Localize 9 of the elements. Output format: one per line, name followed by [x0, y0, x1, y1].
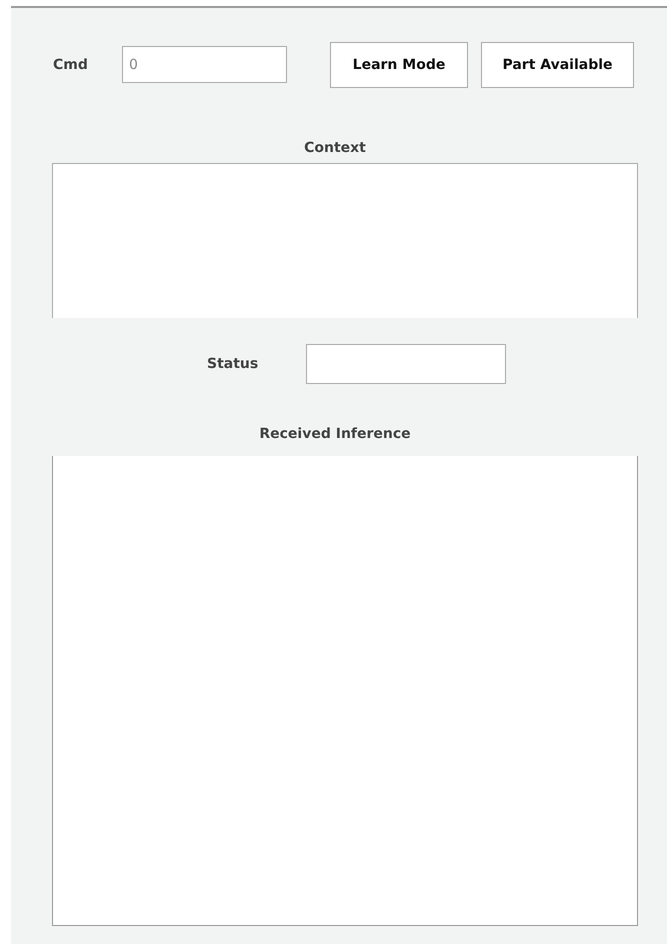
status-label: Status: [207, 356, 260, 372]
context-field[interactable]: [52, 163, 638, 318]
received-inference-field[interactable]: [52, 456, 638, 926]
received-inference-label: Received Inference: [258, 426, 412, 444]
cmd-label: Cmd: [53, 56, 89, 72]
context-label: Context: [303, 140, 367, 158]
part-available-button[interactable]: Part Available: [481, 42, 634, 88]
status-field[interactable]: [306, 344, 506, 384]
learn-mode-button[interactable]: Learn Mode: [330, 42, 468, 88]
